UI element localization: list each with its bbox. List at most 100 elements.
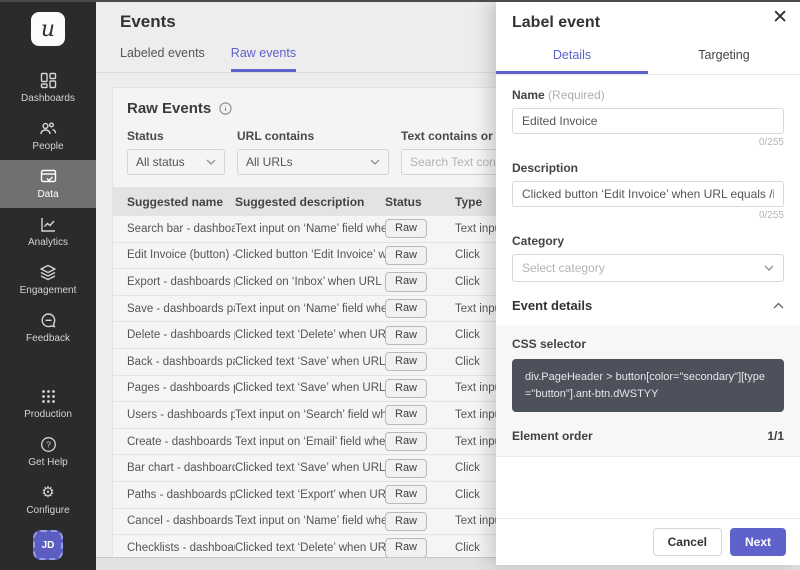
sidebar-item-label: Engagement: [20, 285, 77, 296]
cell-status: Raw: [385, 538, 455, 557]
element-order-value: 1/1: [767, 429, 784, 443]
status-badge[interactable]: Raw: [385, 246, 427, 265]
element-order-label: Element order: [512, 429, 593, 443]
description-field-group: Description 0/255: [496, 161, 800, 221]
name-field-group: Name (Required) 0/255: [496, 88, 800, 148]
cell-status: Raw: [385, 246, 455, 265]
sidebar: u Dashboards People: [0, 0, 96, 570]
cell-suggested-description: Clicked text ‘Delete’ when URL e...: [235, 542, 385, 554]
tab-details[interactable]: Details: [496, 40, 648, 74]
filter-status: Status All status: [127, 129, 225, 175]
app-window: u Dashboards People: [0, 0, 800, 570]
category-label: Category: [512, 234, 784, 248]
cell-status: Raw: [385, 272, 455, 291]
chevron-up-icon: [773, 302, 784, 309]
cancel-button[interactable]: Cancel: [653, 528, 722, 556]
status-badge[interactable]: Raw: [385, 326, 427, 345]
data-icon: [40, 167, 57, 185]
sidebar-item-analytics[interactable]: Analytics: [0, 208, 96, 256]
tab-labeled-events[interactable]: Labeled events: [120, 46, 205, 72]
cell-suggested-description: Clicked on ‘Inbox’ when URL eq...: [235, 276, 385, 288]
name-required-hint: (Required): [548, 88, 605, 102]
cell-suggested-name: Checklists - dashboards page: [127, 542, 235, 554]
status-badge[interactable]: Raw: [385, 512, 427, 531]
cell-status: Raw: [385, 512, 455, 531]
cell-suggested-name: Bar chart - dashboards page: [127, 462, 235, 474]
category-select[interactable]: Select category: [512, 254, 784, 282]
cell-suggested-name: Paths - dashboards page: [127, 489, 235, 501]
analytics-icon: [40, 215, 57, 233]
name-label: Name (Required): [512, 88, 784, 102]
sidebar-item-label: Configure: [26, 505, 69, 516]
people-icon: [39, 119, 57, 137]
sidebar-item-engagement[interactable]: Engagement: [0, 256, 96, 304]
cell-suggested-description: Clicked text ‘Save’ when URL eq...: [235, 462, 385, 474]
cell-suggested-name: Edit Invoice (button) - invoice page: [127, 249, 235, 261]
cell-suggested-description: Clicked text ‘Save’ when URL eq...: [235, 356, 385, 368]
status-badge[interactable]: Raw: [385, 299, 427, 318]
close-icon[interactable]: ✕: [772, 8, 788, 27]
userpilot-logo[interactable]: u: [31, 12, 65, 46]
sidebar-item-people[interactable]: People: [0, 112, 96, 160]
event-details-body: CSS selector div.PageHeader > button[col…: [496, 325, 800, 457]
next-button[interactable]: Next: [730, 528, 786, 556]
panel-title: Label event: [496, 0, 800, 40]
sidebar-item-feedback[interactable]: Feedback: [0, 304, 96, 352]
engagement-layers-icon: [39, 263, 57, 281]
tab-raw-events[interactable]: Raw events: [231, 46, 296, 72]
cell-status: Raw: [385, 379, 455, 398]
status-badge[interactable]: Raw: [385, 485, 427, 504]
filter-url-label: URL contains: [237, 129, 389, 143]
filter-url-contains: URL contains All URLs: [237, 129, 389, 175]
sidebar-item-label: Data: [37, 189, 58, 200]
info-icon[interactable]: [219, 102, 232, 115]
raw-events-title: Raw Events: [127, 100, 211, 117]
url-select-value: All URLs: [246, 155, 293, 169]
status-badge[interactable]: Raw: [385, 272, 427, 291]
sidebar-item-dashboards[interactable]: Dashboards: [0, 64, 96, 112]
description-input[interactable]: [512, 181, 784, 207]
sidebar-item-configure[interactable]: ⚙ Configure: [0, 476, 96, 524]
description-char-counter: 0/255: [512, 210, 784, 221]
status-badge[interactable]: Raw: [385, 379, 427, 398]
tab-targeting[interactable]: Targeting: [648, 40, 800, 74]
sidebar-item-data[interactable]: Data: [0, 160, 96, 208]
url-select[interactable]: All URLs: [237, 149, 389, 175]
chevron-down-icon: [370, 159, 380, 165]
cell-suggested-name: Users - dashboards page: [127, 409, 235, 421]
user-avatar[interactable]: JD: [33, 530, 63, 560]
panel-tabs: Details Targeting: [496, 40, 800, 75]
sidebar-item-label: Feedback: [26, 333, 70, 344]
status-badge[interactable]: Raw: [385, 538, 427, 557]
name-label-text: Name: [512, 88, 545, 102]
name-char-counter: 0/255: [512, 137, 784, 148]
cell-suggested-name: Create - dashboards page: [127, 436, 235, 448]
event-details-header[interactable]: Event details: [496, 282, 800, 325]
cell-suggested-name: Export - dashboards page: [127, 276, 235, 288]
css-selector-value: div.PageHeader > button[color="secondary…: [512, 359, 784, 412]
cell-status: Raw: [385, 432, 455, 451]
window-top-border: [0, 0, 800, 2]
category-placeholder: Select category: [522, 261, 605, 275]
status-select[interactable]: All status: [127, 149, 225, 175]
status-badge[interactable]: Raw: [385, 459, 427, 478]
label-event-panel: ✕ Label event Details Targeting Name (Re…: [496, 0, 800, 565]
cell-status: Raw: [385, 405, 455, 424]
sidebar-item-get-help[interactable]: ? Get Help: [0, 428, 96, 476]
name-input[interactable]: [512, 108, 784, 134]
sidebar-item-production[interactable]: Production: [0, 380, 96, 428]
cell-suggested-description: Text input on ‘Name’ field when...: [235, 515, 385, 527]
cell-suggested-description: Text input on ‘Search’ field whe...: [235, 409, 385, 421]
sidebar-item-label: Dashboards: [21, 93, 75, 104]
sidebar-item-label: Get Help: [28, 457, 67, 468]
event-details-heading: Event details: [512, 298, 592, 313]
status-badge[interactable]: Raw: [385, 352, 427, 371]
status-badge[interactable]: Raw: [385, 432, 427, 451]
status-select-value: All status: [136, 155, 185, 169]
css-selector-label: CSS selector: [512, 337, 784, 351]
feedback-bubble-icon: [40, 311, 57, 329]
cell-suggested-name: Delete - dashboards page: [127, 329, 235, 341]
status-badge[interactable]: Raw: [385, 405, 427, 424]
cell-suggested-description: Clicked button ‘Edit Invoice’ whe...: [235, 249, 385, 261]
status-badge[interactable]: Raw: [385, 219, 427, 238]
